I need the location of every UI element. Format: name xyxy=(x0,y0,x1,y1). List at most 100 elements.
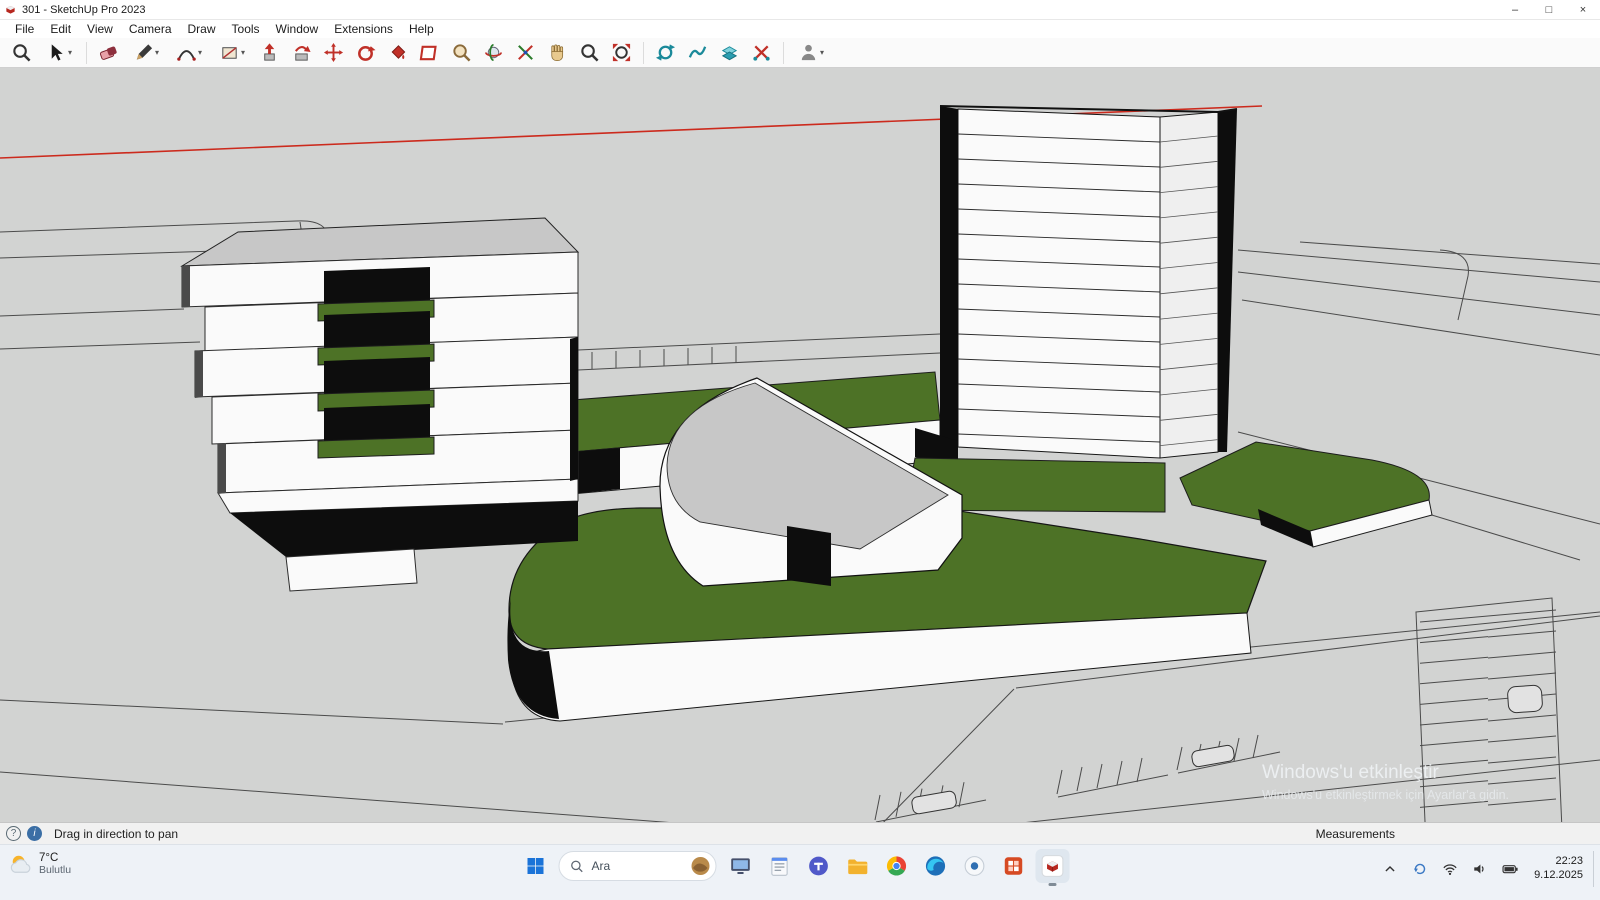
toolbar-shapes-button[interactable]: ▾ xyxy=(211,39,253,67)
toolbar-scenes-button[interactable] xyxy=(714,39,745,67)
sync-button[interactable] xyxy=(1408,856,1432,882)
toolbar-rotate-view-button[interactable] xyxy=(650,39,681,67)
taskbar-app-chrome[interactable] xyxy=(880,849,914,883)
scenes-icon xyxy=(719,42,740,63)
chevron-up-icon xyxy=(1381,860,1399,878)
taskbar-app-desktop-app[interactable] xyxy=(724,849,758,883)
weather-widget[interactable]: 7°C Bulutlu xyxy=(8,851,71,877)
toolbar-paint-bucket-button[interactable] xyxy=(382,39,413,67)
push-pull-icon xyxy=(259,42,280,63)
toolbar-face-me-button[interactable]: ▾ xyxy=(790,39,832,67)
dropdown-caret-icon[interactable]: ▾ xyxy=(198,48,202,57)
start-button[interactable] xyxy=(520,850,552,882)
taskbar-apps xyxy=(724,849,1070,883)
file-explorer-icon xyxy=(846,854,870,878)
toolbar-arc-button[interactable]: ▾ xyxy=(168,39,210,67)
sketchup-icon xyxy=(1041,854,1065,878)
menu-camera[interactable]: Camera xyxy=(122,22,179,36)
status-hint: Drag in direction to pan xyxy=(54,827,178,841)
toolbar-zoom-extents-button[interactable] xyxy=(606,39,637,67)
menu-view[interactable]: View xyxy=(80,22,120,36)
toolbar-select-button[interactable]: ▾ xyxy=(38,39,80,67)
toolbar-line-button[interactable]: ▾ xyxy=(125,39,167,67)
move-icon xyxy=(323,42,344,63)
maximize-button[interactable]: □ xyxy=(1532,0,1566,20)
toolbar-eraser-button[interactable] xyxy=(93,39,124,67)
toolbar-section-cuts-button[interactable] xyxy=(746,39,777,67)
help-icon[interactable]: ? xyxy=(6,826,21,841)
status-bar: ? i Drag in direction to pan Measurement… xyxy=(0,822,1600,844)
menu-extensions[interactable]: Extensions xyxy=(327,22,400,36)
taskbar-app-sketchup[interactable] xyxy=(1036,849,1070,883)
viewport[interactable]: Windows'u etkinleştir Windows'u etkinleş… xyxy=(0,68,1600,822)
close-button[interactable]: × xyxy=(1566,0,1600,20)
orbit-icon xyxy=(483,42,504,63)
search-placeholder: Ara xyxy=(592,859,683,873)
dropdown-caret-icon[interactable]: ▾ xyxy=(820,48,824,57)
measurements-input[interactable] xyxy=(1409,826,1594,842)
taskbar-app-notepad[interactable] xyxy=(763,849,797,883)
menu-help[interactable]: Help xyxy=(402,22,441,36)
toolbar-zoom-window-button[interactable] xyxy=(6,39,37,67)
taskbar-clock[interactable]: 22:23 9.12.2025 xyxy=(1534,855,1583,883)
walk-icon xyxy=(687,42,708,63)
search-highlight-icon[interactable] xyxy=(690,855,712,877)
menu-tools[interactable]: Tools xyxy=(225,22,267,36)
battery-icon xyxy=(1501,860,1519,878)
taskbar-app-edge[interactable] xyxy=(919,849,953,883)
window-title: 301 - SketchUp Pro 2023 xyxy=(22,4,146,16)
battery-button[interactable] xyxy=(1498,856,1522,882)
dropdown-caret-icon[interactable]: ▾ xyxy=(68,48,72,57)
toolbar-pan-button[interactable] xyxy=(542,39,573,67)
menu-edit[interactable]: Edit xyxy=(43,22,78,36)
rotate-view-icon xyxy=(655,42,676,63)
volume-icon xyxy=(1471,860,1489,878)
media-app-icon xyxy=(963,854,987,878)
toolbar-section-plane-button[interactable] xyxy=(414,39,445,67)
title-bar: 301 - SketchUp Pro 2023 – □ × xyxy=(0,0,1600,20)
info-icon[interactable]: i xyxy=(27,826,42,841)
clock-time: 22:23 xyxy=(1534,855,1583,869)
toolbar-zoom-photo-button[interactable] xyxy=(446,39,477,67)
toolbar-position-camera-button[interactable] xyxy=(510,39,541,67)
toolbar-walk-button[interactable] xyxy=(682,39,713,67)
taskbar-app-office[interactable] xyxy=(997,849,1031,883)
zoom-photo-icon xyxy=(451,42,472,63)
eraser-icon xyxy=(98,42,119,63)
toolbar-push-pull-button[interactable] xyxy=(254,39,285,67)
taskbar-app-file-explorer[interactable] xyxy=(841,849,875,883)
dropdown-caret-icon[interactable]: ▾ xyxy=(241,48,245,57)
follow-me-icon xyxy=(291,42,312,63)
show-desktop-button[interactable] xyxy=(1593,851,1598,887)
toolbar-orbit-button[interactable] xyxy=(478,39,509,67)
sketchup-logo-icon xyxy=(4,3,17,16)
minimize-button[interactable]: – xyxy=(1498,0,1532,20)
taskbar-app-teams[interactable] xyxy=(802,849,836,883)
menu-window[interactable]: Window xyxy=(269,22,326,36)
measurements-label: Measurements xyxy=(1316,827,1395,841)
dropdown-caret-icon[interactable]: ▾ xyxy=(155,48,159,57)
toolbar-move-button[interactable] xyxy=(318,39,349,67)
system-tray: 22:23 9.12.2025 xyxy=(1378,851,1598,887)
wifi-button[interactable] xyxy=(1438,856,1462,882)
volume-button[interactable] xyxy=(1468,856,1492,882)
menu-file[interactable]: File xyxy=(8,22,41,36)
viewport-canvas[interactable] xyxy=(0,68,1600,822)
menu-bar: File Edit View Camera Draw Tools Window … xyxy=(0,20,1600,38)
taskbar-app-media-app[interactable] xyxy=(958,849,992,883)
weather-condition: Bulutlu xyxy=(39,864,71,876)
edge-icon xyxy=(924,854,948,878)
notepad-icon xyxy=(768,854,792,878)
clock-date: 9.12.2025 xyxy=(1534,869,1583,883)
taskbar-search[interactable]: Ara xyxy=(559,851,717,881)
menu-draw[interactable]: Draw xyxy=(181,22,223,36)
wifi-icon xyxy=(1441,860,1459,878)
toolbar-rotate-button[interactable] xyxy=(350,39,381,67)
toolbar-follow-me-button[interactable] xyxy=(286,39,317,67)
toolbar-zoom-button[interactable] xyxy=(574,39,605,67)
chevron-up-button[interactable] xyxy=(1378,856,1402,882)
weather-temperature: 7°C xyxy=(39,852,71,864)
office-icon xyxy=(1002,854,1026,878)
tower-building[interactable] xyxy=(905,106,1237,512)
sync-icon xyxy=(1411,860,1429,878)
